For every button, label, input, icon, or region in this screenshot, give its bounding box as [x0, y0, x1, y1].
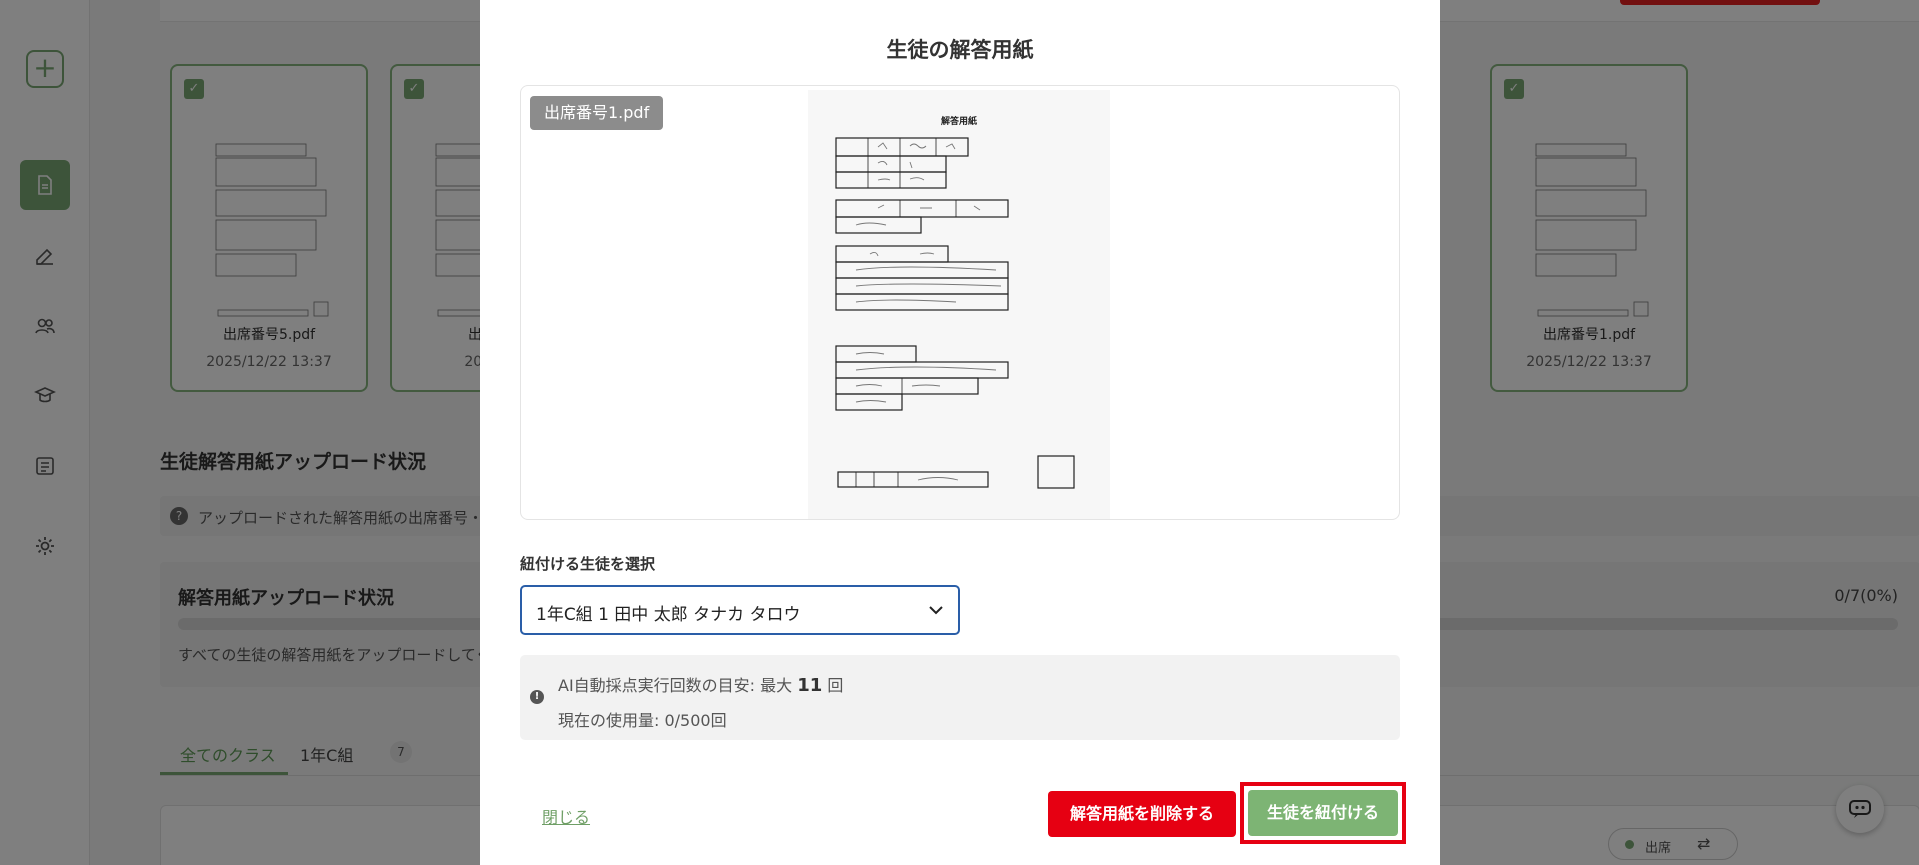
student-select-label: 紐付ける生徒を選択 [520, 555, 656, 573]
usage-text: 現在の使用量: 0/500回 [558, 711, 727, 730]
chevron-down-icon [929, 606, 943, 615]
close-link[interactable]: 閉じる [542, 804, 590, 828]
scanned-answer-sheet: 解答用紙 [808, 90, 1110, 519]
student-select-value: 1年C組 1 田中 太郎 タナカ タロウ [536, 605, 801, 625]
preview-filename-badge: 出席番号1.pdf [530, 96, 664, 130]
ai-estimate-text: AI自動採点実行回数の目安: 最大 11 回 [558, 672, 843, 696]
ai-usage-info: ! AI自動採点実行回数の目安: 最大 11 回 現在の使用量: 0/500回 [520, 655, 1400, 740]
answer-sheet-preview: 出席番号1.pdf 解答用紙 [520, 85, 1400, 520]
exclamation-icon: ! [530, 690, 544, 704]
ai-estimate-count: 11 [797, 675, 823, 696]
link-student-button[interactable]: 生徒を紐付ける [1248, 790, 1398, 836]
ai-estimate-prefix: AI自動採点実行回数の目安: 最大 [558, 676, 793, 695]
modal-title: 生徒の解答用紙 [886, 38, 1034, 62]
sheet-title: 解答用紙 [941, 115, 977, 127]
ai-estimate-suffix: 回 [827, 676, 844, 695]
handwritten-answer-sheet-image: 解答用紙 [835, 115, 1075, 489]
answer-sheet-modal: 生徒の解答用紙 出席番号1.pdf 解答用紙 紐付ける生徒を選択 1年C組 1 … [480, 0, 1440, 865]
delete-answer-sheet-button[interactable]: 解答用紙を削除する [1048, 791, 1236, 837]
student-select-dropdown[interactable]: 1年C組 1 田中 太郎 タナカ タロウ [520, 585, 960, 635]
